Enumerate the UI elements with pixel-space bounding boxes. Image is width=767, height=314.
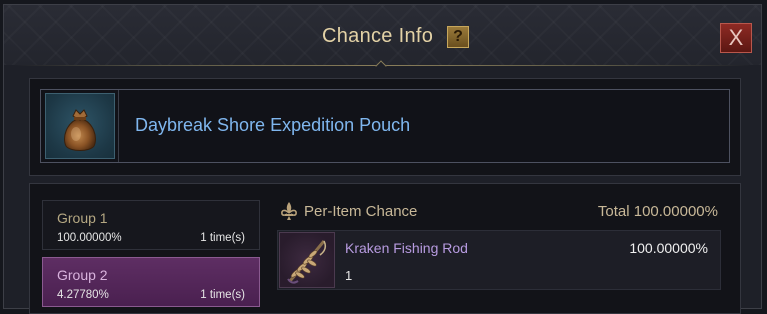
item-panel: Daybreak Shore Expedition Pouch [29,78,741,176]
group-2-button[interactable]: Group 2 4.27780% 1 time(s) [42,257,260,307]
item-name: Daybreak Shore Expedition Pouch [135,115,411,135]
window-title: Chance Info [322,25,434,47]
group-chance: 100.00000% [57,232,122,244]
title-bar: Chance Info ? X [4,5,761,65]
group-name: Group 2 [57,267,108,283]
reward-chance: 100.00000% [629,240,708,256]
per-item-chance-label: Per-Item Chance [304,203,418,220]
chance-info-window: Chance Info ? X Daybreak Shore Expeditio… [3,4,762,314]
close-button[interactable]: X [720,23,752,53]
reward-row[interactable]: Kraken Fishing Rod 1 100.00000% [277,230,721,290]
fishing-rod-icon [279,232,335,288]
reward-name: Kraken Fishing Rod [345,240,468,256]
chance-groups-panel: Group 1 100.00000% 1 time(s) Group 2 4.2… [29,183,741,314]
pouch-icon[interactable] [45,93,115,159]
total-chance: Total 100.00000% [597,203,718,220]
group-name: Group 1 [57,210,108,226]
fleur-de-lis-icon [281,202,297,220]
item-card: Daybreak Shore Expedition Pouch [40,89,730,163]
item-divider [118,90,119,162]
group-1-button[interactable]: Group 1 100.00000% 1 time(s) [42,200,260,250]
group-times: 1 time(s) [200,232,245,244]
reward-quantity: 1 [345,268,353,283]
help-button[interactable]: ? [447,26,469,48]
group-chance: 4.27780% [57,289,109,301]
group-times: 1 time(s) [200,289,245,301]
